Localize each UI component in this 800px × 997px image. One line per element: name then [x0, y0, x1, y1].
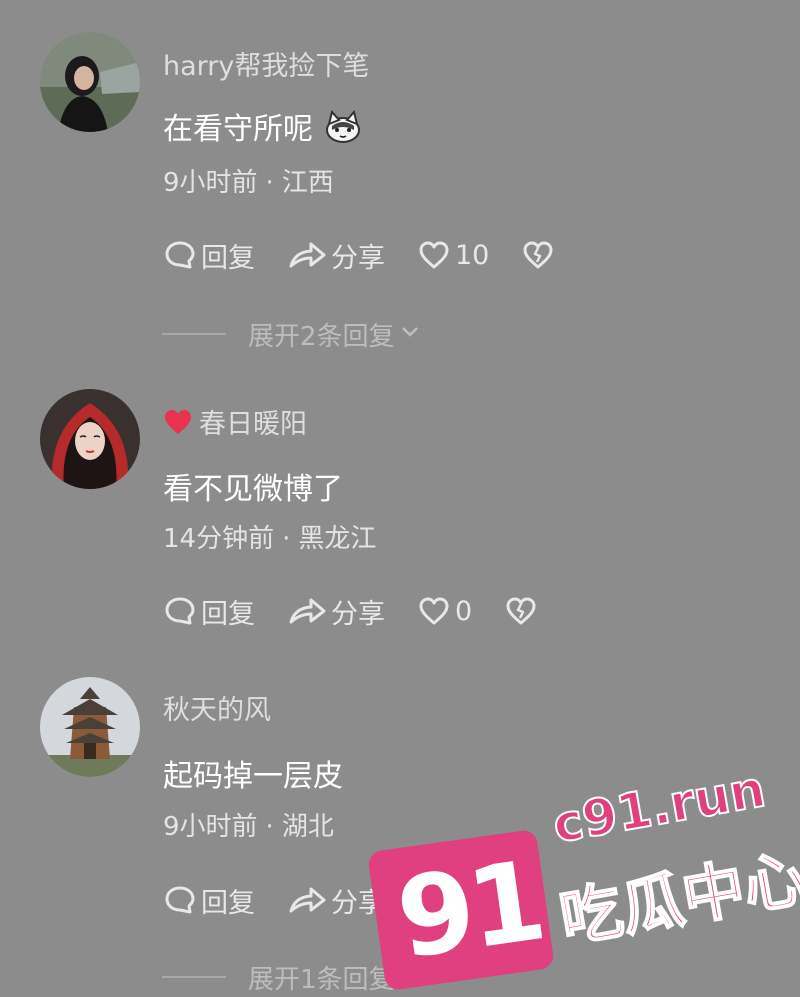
location: 黑龙江	[298, 524, 377, 554]
comment-actions: 回复 分享 0	[163, 591, 570, 631]
comment-body: 起码掉一层皮	[163, 759, 343, 794]
username-text[interactable]: 春日暖阳	[199, 402, 307, 441]
reply-button[interactable]: 回复	[163, 881, 255, 920]
comment-bubble-icon	[165, 597, 195, 625]
comment-bubble-icon	[165, 886, 195, 914]
avatar[interactable]	[40, 32, 140, 132]
comment-body: 看不见微博了	[163, 472, 343, 507]
username[interactable]: 秋天的风	[163, 688, 271, 727]
comment-actions: 回复 分享 10	[163, 235, 587, 275]
location: 江西	[281, 168, 334, 198]
heart-outline-icon	[419, 241, 449, 269]
share-button[interactable]: 分享	[287, 236, 385, 275]
like-count: 0	[455, 595, 473, 627]
reply-button[interactable]: 回复	[163, 592, 255, 631]
share-button[interactable]: 分享	[287, 881, 385, 920]
heart-outline-icon	[419, 597, 449, 625]
divider	[162, 333, 226, 335]
share-label: 分享	[331, 598, 385, 630]
meta-separator: ·	[265, 168, 274, 198]
share-button[interactable]: 分享	[287, 592, 385, 631]
share-label: 分享	[331, 242, 385, 274]
username-text[interactable]: 秋天的风	[163, 688, 271, 727]
comment-bubble-icon	[165, 241, 195, 269]
avatar[interactable]	[40, 389, 140, 489]
reply-button[interactable]: 回复	[163, 236, 255, 275]
chevron-down-icon	[399, 319, 421, 349]
watermark-badge: 91	[367, 828, 555, 992]
cat-face-emoji-icon	[323, 106, 363, 146]
like-count: 10	[455, 239, 490, 271]
dislike-button[interactable]	[521, 239, 555, 271]
divider	[162, 976, 226, 978]
like-button[interactable]: 0	[417, 595, 472, 627]
expand-replies-label: 展开2条回复	[248, 321, 395, 352]
share-arrow-icon	[289, 887, 326, 913]
timestamp: 9小时前	[163, 812, 258, 842]
comment-meta: 9小时前 · 江西	[163, 162, 334, 199]
comment-text: 起码掉一层皮	[163, 751, 343, 795]
timestamp: 14分钟前	[163, 524, 275, 554]
red-heart-icon	[163, 408, 193, 436]
username[interactable]: 春日暖阳	[163, 402, 307, 441]
comment-text: 在看守所呢	[163, 104, 363, 148]
avatar[interactable]	[40, 677, 140, 777]
expand-replies-button[interactable]: 展开2条回复	[162, 314, 421, 354]
share-arrow-icon	[289, 598, 326, 624]
location: 湖北	[281, 812, 334, 842]
meta-separator: ·	[265, 812, 274, 842]
comment-body: 在看守所呢	[163, 112, 313, 147]
broken-heart-icon	[506, 597, 536, 625]
comment-text: 看不见微博了	[163, 464, 343, 508]
username[interactable]: harry帮我捡下笔	[163, 44, 369, 83]
share-arrow-icon	[289, 242, 326, 268]
watermark-badge-text: 91	[389, 836, 548, 984]
comment-meta: 14分钟前 · 黑龙江	[163, 518, 376, 555]
watermark: 91 c91.run 吃瓜中心	[367, 759, 800, 997]
comment-meta: 9小时前 · 湖北	[163, 806, 334, 843]
reply-label: 回复	[201, 242, 255, 274]
reply-label: 回复	[201, 887, 255, 919]
reply-label: 回复	[201, 598, 255, 630]
broken-heart-icon	[523, 241, 553, 269]
like-button[interactable]: 10	[417, 239, 489, 271]
meta-separator: ·	[282, 524, 291, 554]
username-text[interactable]: harry帮我捡下笔	[163, 44, 369, 83]
timestamp: 9小时前	[163, 168, 258, 198]
dislike-button[interactable]	[504, 595, 538, 627]
